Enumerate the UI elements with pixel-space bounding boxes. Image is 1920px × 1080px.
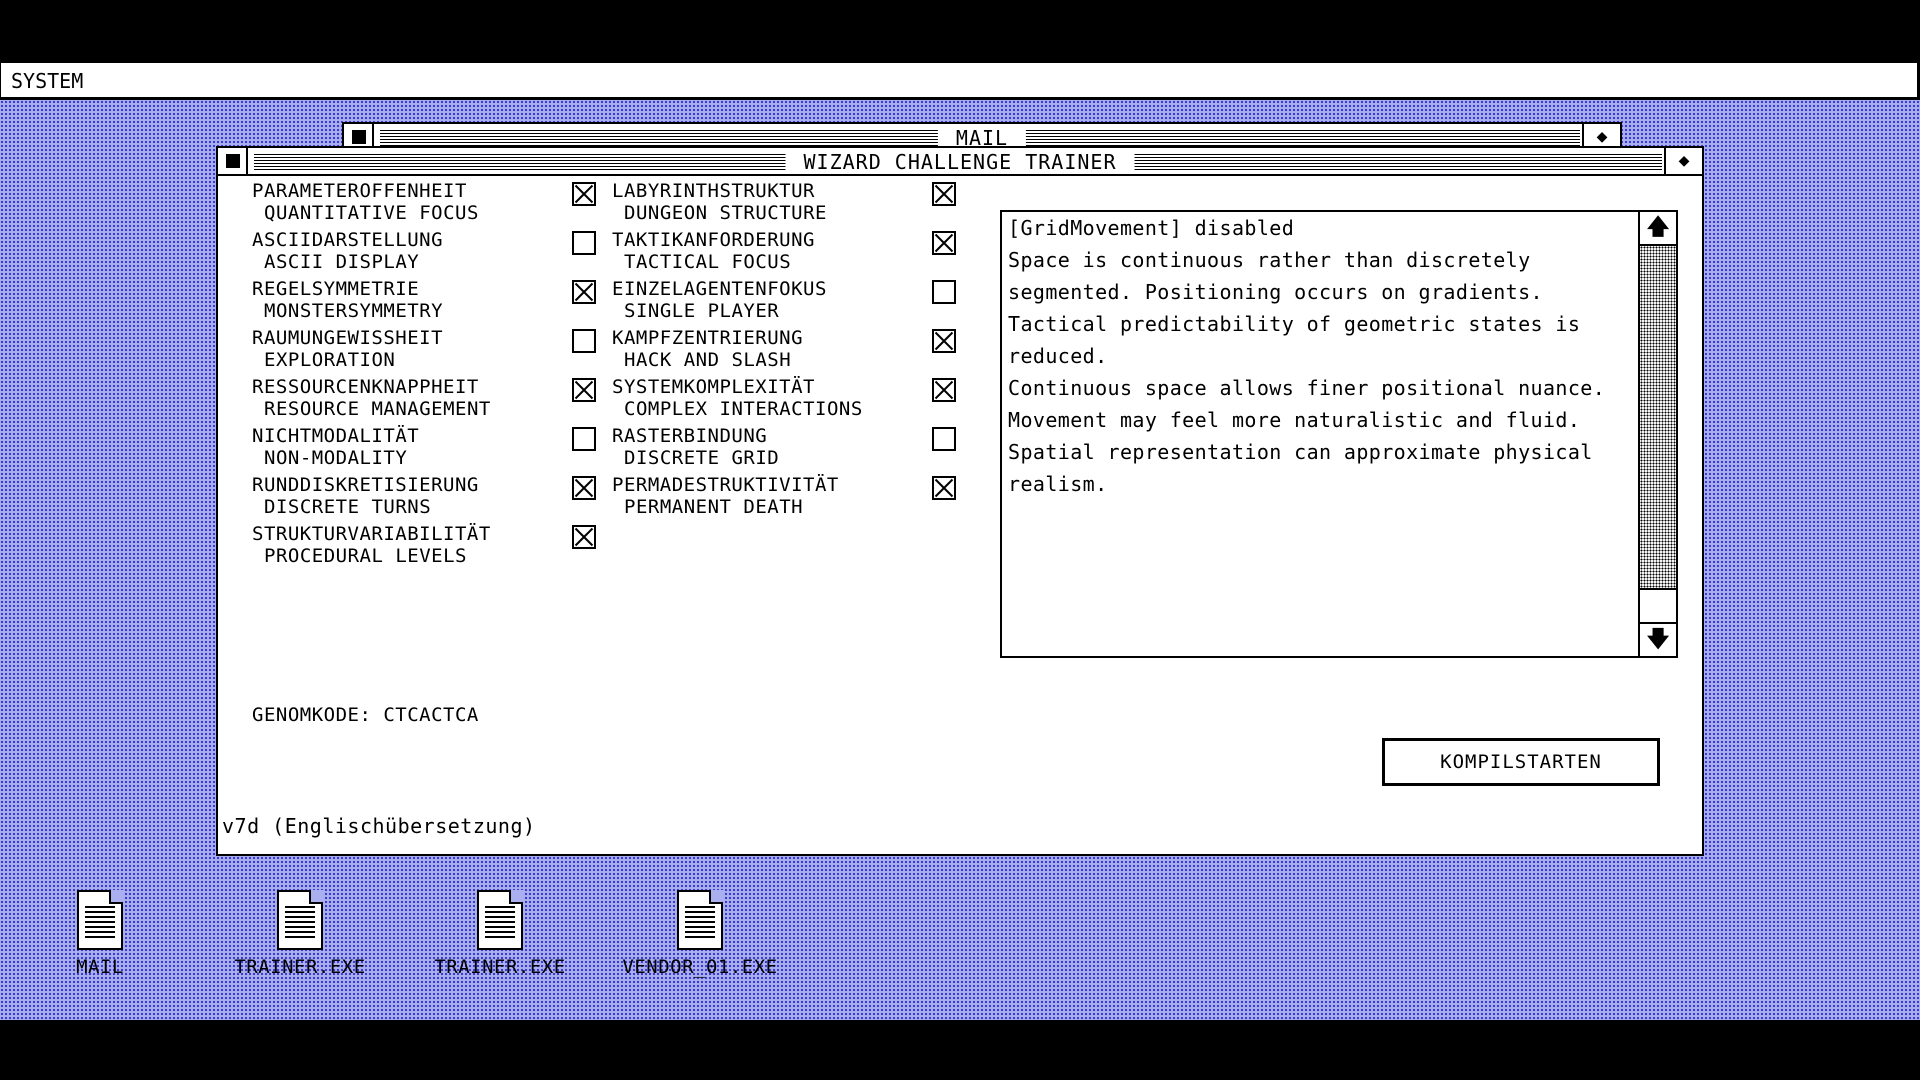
option-label-english: DUNGEON STRUCTURE (624, 202, 827, 224)
option-label: LABYRINTHSTRUKTUR DUNGEON STRUCTURE (612, 180, 827, 224)
option-label-english: DISCRETE GRID (624, 447, 780, 469)
log-panel[interactable]: [GridMovement] disabled Space is continu… (1000, 210, 1678, 658)
option-label-english: TACTICAL FOCUS (624, 251, 792, 273)
desktop-icon-label: VENDOR_01.EXE (622, 956, 778, 978)
option-label-english: SINGLE PLAYER (624, 300, 780, 322)
option-label-german: RESSOURCENKNAPPHEIT (252, 376, 479, 398)
option-label: PERMADESTRUKTIVITÄT PERMANENT DEATH (612, 474, 839, 518)
scroll-up-arrow-icon[interactable]: 🡅 (1640, 212, 1676, 246)
option-label-german: SYSTEMKOMPLEXITÄT (612, 376, 815, 398)
option-checkbox[interactable] (932, 329, 956, 353)
scroll-down-arrow-icon[interactable]: 🡇 (1640, 622, 1676, 656)
document-icon (277, 890, 323, 950)
desktop-icon-label: MAIL (76, 956, 124, 978)
option-checkbox[interactable] (932, 182, 956, 206)
log-text: [GridMovement] disabled Space is continu… (1008, 216, 1606, 496)
window-title: WIZARD CHALLENGE TRAINER (785, 148, 1135, 174)
option-label-english: HACK AND SLASH (624, 349, 792, 371)
option-label-german: EINZELAGENTENFOKUS (612, 278, 827, 300)
close-box-icon[interactable] (218, 148, 248, 174)
option-checkbox[interactable] (572, 525, 596, 549)
option-label-german: STRUKTURVARIABILITÄT (252, 523, 491, 545)
option-checkbox[interactable] (572, 378, 596, 402)
desktop-icon[interactable]: TRAINER.EXE (400, 890, 600, 978)
option-label: STRUKTURVARIABILITÄT PROCEDURAL LEVELS (252, 523, 491, 567)
option-label-english: EXPLORATION (264, 349, 396, 371)
option-label: RESSOURCENKNAPPHEIT RESOURCE MANAGEMENT (252, 376, 491, 420)
option-label-english: PERMANENT DEATH (624, 496, 804, 518)
option-label-german: RASTERBINDUNG (612, 425, 768, 447)
option-label-english: MONSTERSYMMETRY (264, 300, 444, 322)
scroll-thumb[interactable] (1640, 588, 1676, 620)
option-checkbox[interactable] (572, 329, 596, 353)
desktop-icon-label: TRAINER.EXE (434, 956, 566, 978)
option-label: ASCIIDARSTELLUNG ASCII DISPLAY (252, 229, 443, 273)
option-checkbox[interactable] (572, 280, 596, 304)
option-label-german: NICHTMODALITÄT (252, 425, 420, 447)
option-checkbox[interactable] (932, 476, 956, 500)
option-label: RASTERBINDUNG DISCRETE GRID (612, 425, 779, 469)
option-label: SYSTEMKOMPLEXITÄT COMPLEX INTERACTIONS (612, 376, 863, 420)
option-label: NICHTMODALITÄT NON-MODALITY (252, 425, 419, 469)
option-label-german: RAUMUNGEWISSHEIT (252, 327, 444, 349)
option-checkbox[interactable] (932, 280, 956, 304)
option-label-german: REGELSYMMETRIE (252, 278, 420, 300)
zoom-diamond-icon[interactable]: ◆ (1664, 148, 1702, 174)
option-label-german: TAKTIKANFORDERUNG (612, 229, 815, 251)
option-label-english: PROCEDURAL LEVELS (264, 545, 467, 567)
document-icon (677, 890, 723, 950)
log-scrollbar[interactable]: 🡅 🡇 (1638, 212, 1676, 656)
document-icon (477, 890, 523, 950)
desktop-icon-label: TRAINER.EXE (234, 956, 366, 978)
option-checkbox[interactable] (572, 182, 596, 206)
option-label-german: LABYRINTHSTRUKTUR (612, 180, 815, 202)
option-label-english: QUANTITATIVE FOCUS (264, 202, 479, 224)
option-label-english: DISCRETE TURNS (264, 496, 432, 518)
option-checkbox[interactable] (572, 231, 596, 255)
option-checkbox[interactable] (932, 231, 956, 255)
option-label-german: ASCIIDARSTELLUNG (252, 229, 444, 251)
scroll-track[interactable] (1640, 246, 1676, 588)
option-label-english: COMPLEX INTERACTIONS (624, 398, 863, 420)
option-label: EINZELAGENTENFOKUS SINGLE PLAYER (612, 278, 827, 322)
version-label: v7d (Englischübersetzung) (222, 814, 536, 838)
document-icon (77, 890, 123, 950)
option-label-english: ASCII DISPLAY (264, 251, 420, 273)
option-checkbox[interactable] (932, 378, 956, 402)
option-label: RAUMUNGEWISSHEIT EXPLORATION (252, 327, 443, 371)
option-label-english: NON-MODALITY (264, 447, 408, 469)
trainer-titlebar[interactable]: WIZARD CHALLENGE TRAINER ◆ (218, 148, 1702, 176)
system-menu[interactable]: SYSTEM (11, 69, 83, 93)
trainer-window: WIZARD CHALLENGE TRAINER ◆ PARAMETEROFFE… (216, 146, 1704, 856)
option-label: PARAMETEROFFENHEIT QUANTITATIVE FOCUS (252, 180, 479, 224)
desktop-icon[interactable]: MAIL (0, 890, 200, 978)
option-checkbox[interactable] (572, 427, 596, 451)
option-label-german: RUNDDISKRETISIERUNG (252, 474, 479, 496)
option-label-german: KAMPFZENTRIERUNG (612, 327, 804, 349)
option-label: KAMPFZENTRIERUNG HACK AND SLASH (612, 327, 803, 371)
option-label-english: RESOURCE MANAGEMENT (264, 398, 491, 420)
option-label: REGELSYMMETRIE MONSTERSYMMETRY (252, 278, 443, 322)
option-label-german: PARAMETEROFFENHEIT (252, 180, 467, 202)
desktop-icon[interactable]: VENDOR_01.EXE (600, 890, 800, 978)
option-label: TAKTIKANFORDERUNG TACTICAL FOCUS (612, 229, 815, 273)
system-menubar[interactable]: SYSTEM (0, 62, 1918, 98)
option-label-german: PERMADESTRUKTIVITÄT (612, 474, 839, 496)
compile-start-button[interactable]: KOMPILSTARTEN (1382, 738, 1660, 786)
option-checkbox[interactable] (572, 476, 596, 500)
option-checkbox[interactable] (932, 427, 956, 451)
genome-code: GENOMKODE: CTCACTCA (252, 704, 479, 726)
desktop-icon[interactable]: TRAINER.EXE (200, 890, 400, 978)
option-label: RUNDDISKRETISIERUNG DISCRETE TURNS (252, 474, 479, 518)
